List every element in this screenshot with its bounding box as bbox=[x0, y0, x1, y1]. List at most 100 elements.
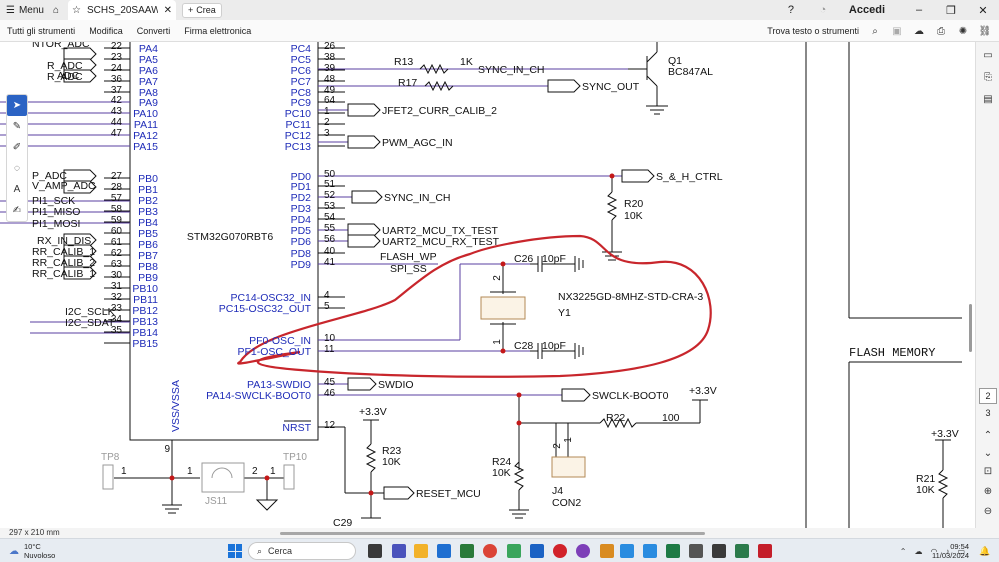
taskbar-search[interactable]: ⌕ Cerca bbox=[248, 542, 356, 560]
net-label: S_&_H_CTRL bbox=[656, 171, 723, 183]
right-sidebar: ▭ ⎘ ▤ 2 3 ⌃ ⌄ ⊡ ⊕ ⊖ bbox=[975, 42, 999, 528]
create-button[interactable]: + Crea bbox=[182, 2, 222, 18]
zoom-out-icon[interactable]: ⊖ bbox=[981, 504, 995, 518]
mcu-pin-number: 48 bbox=[324, 74, 336, 85]
app-icon[interactable] bbox=[735, 544, 749, 558]
find-tools-label[interactable]: Trova testo o strumenti bbox=[767, 26, 859, 36]
pen-icon[interactable]: ✐ bbox=[7, 137, 27, 158]
tab-document[interactable]: ☆ SCHS_20SAAWM01... ✕ bbox=[68, 0, 176, 20]
clock[interactable]: 09:54 11/03/2024 bbox=[925, 542, 969, 560]
vertical-scrollbar[interactable] bbox=[969, 304, 972, 352]
r22-value: 100 bbox=[662, 412, 680, 424]
chrome-icon[interactable] bbox=[483, 544, 497, 558]
print-icon[interactable]: ⎙ bbox=[935, 25, 947, 37]
mcu-pin-number: 28 bbox=[111, 182, 123, 193]
app-icon[interactable] bbox=[689, 544, 703, 558]
annotation-toolbar: ➤ ✎ ✐ ◌ A ✍ bbox=[6, 94, 28, 222]
task-view-icon[interactable] bbox=[368, 544, 382, 558]
document-page[interactable]: PA4 22 PA5 23 PA6 24 PA7 36 PA8 37 PA9 42 PA10 43 PA11… bbox=[0, 42, 975, 528]
menu-label: Menu bbox=[18, 4, 44, 16]
mcu-pin-number: 63 bbox=[111, 259, 123, 270]
current-page-field[interactable]: 2 bbox=[979, 388, 997, 404]
mcu-pin-number: 51 bbox=[324, 179, 336, 190]
mcu-pin-number: 61 bbox=[111, 237, 123, 248]
lasso-icon[interactable]: ◌ bbox=[7, 158, 27, 179]
scroll-down-icon[interactable]: ⌄ bbox=[981, 446, 995, 460]
outlook-icon[interactable] bbox=[530, 544, 544, 558]
opera-icon[interactable] bbox=[553, 544, 567, 558]
tool-all-tools[interactable]: Tutti gli strumenti bbox=[0, 26, 82, 36]
help-icon[interactable]: ? bbox=[775, 0, 807, 20]
login-button[interactable]: Accedi bbox=[839, 0, 903, 20]
link-icon[interactable]: ⛓ bbox=[979, 25, 992, 37]
r20-ref: R20 bbox=[624, 198, 643, 210]
comment-icon[interactable]: ▭ bbox=[981, 48, 995, 62]
plus-icon: + bbox=[188, 5, 194, 15]
tp-pin-number: 2 bbox=[252, 466, 258, 477]
tp-pin-number: 1 bbox=[187, 466, 193, 477]
zoom-in-icon[interactable]: ⊕ bbox=[981, 484, 995, 498]
text-select-icon[interactable]: A bbox=[7, 179, 27, 200]
flash-memory-title: FLASH MEMORY bbox=[849, 346, 935, 360]
start-button[interactable] bbox=[228, 544, 242, 558]
bell-icon[interactable]: ◔ bbox=[807, 0, 839, 20]
app-icon[interactable] bbox=[712, 544, 726, 558]
cursor-icon[interactable]: ➤ bbox=[7, 95, 27, 116]
j4-part: CON2 bbox=[552, 497, 581, 509]
search-icon[interactable]: ⌕ bbox=[869, 25, 881, 37]
mcu-pin-number: 52 bbox=[324, 190, 336, 201]
net-label: SYNC_OUT bbox=[582, 81, 640, 93]
ide-icon[interactable] bbox=[643, 544, 657, 558]
teams-icon[interactable] bbox=[392, 544, 406, 558]
net-label: RR_CALIB_1 bbox=[32, 268, 95, 280]
close-icon[interactable]: ✕ bbox=[164, 5, 172, 16]
export-icon[interactable]: ⎘ bbox=[981, 70, 995, 84]
sign-icon[interactable]: ✍ bbox=[7, 200, 27, 221]
app-icon[interactable] bbox=[600, 544, 614, 558]
maximize-icon[interactable]: ❐ bbox=[935, 0, 967, 20]
acrobat-icon[interactable] bbox=[758, 544, 772, 558]
mcu-pin-number: 64 bbox=[324, 95, 336, 106]
cloud-icon[interactable]: ☁ bbox=[914, 547, 922, 556]
mcu-pin-number: 27 bbox=[111, 171, 123, 182]
browser-icon[interactable] bbox=[576, 544, 590, 558]
tool-edit[interactable]: Modifica bbox=[82, 26, 130, 36]
star-icon[interactable]: ☆ bbox=[72, 5, 81, 16]
organize-icon[interactable]: ▤ bbox=[981, 92, 995, 106]
net-label: RESET_MCU bbox=[416, 488, 481, 500]
horizontal-scrollbar[interactable] bbox=[280, 532, 705, 535]
window-close-icon[interactable]: ✕ bbox=[967, 0, 999, 20]
menu-button[interactable]: ☰ Menu bbox=[0, 0, 44, 20]
tool-convert[interactable]: Converti bbox=[130, 26, 178, 36]
crystal-ref: Y1 bbox=[558, 307, 571, 319]
c29-ref: C29 bbox=[333, 517, 352, 528]
tool-esign[interactable]: Firma elettronica bbox=[177, 26, 258, 36]
home-button[interactable]: ⌂ bbox=[44, 0, 68, 20]
excel-icon[interactable] bbox=[666, 544, 680, 558]
notification-icon[interactable]: 🔔 bbox=[979, 545, 991, 557]
store-icon[interactable] bbox=[460, 544, 474, 558]
mcu-pin-number: 9 bbox=[164, 444, 170, 455]
mcu-pin-number: 11 bbox=[324, 344, 335, 355]
scroll-up-icon[interactable]: ⌃ bbox=[981, 428, 995, 442]
weather-widget[interactable]: ☁ 10°C Nuvoloso bbox=[8, 541, 55, 561]
fit-page-icon[interactable]: ⊡ bbox=[981, 464, 995, 478]
net-label: PI1_MOSI bbox=[32, 218, 80, 230]
mcu-pin-number: 60 bbox=[111, 226, 123, 237]
ide-icon[interactable] bbox=[620, 544, 634, 558]
minimize-icon[interactable]: – bbox=[903, 0, 935, 20]
upload-icon[interactable]: ☁ bbox=[913, 25, 925, 37]
net-label: ADC bbox=[57, 70, 80, 82]
save-icon[interactable]: ▣ bbox=[891, 25, 903, 37]
ai-assistant-icon[interactable]: ✺ bbox=[957, 25, 969, 37]
chevron-up-icon[interactable]: ⌃ bbox=[900, 547, 907, 556]
tab-title: SCHS_20SAAWM01... bbox=[86, 4, 158, 16]
crystal-pin-number: 2 bbox=[492, 275, 503, 281]
mcu-pin-number: 53 bbox=[324, 201, 336, 212]
folder-icon[interactable] bbox=[414, 544, 428, 558]
app-icon[interactable] bbox=[507, 544, 521, 558]
net-label: FLASH_WP bbox=[380, 251, 437, 263]
mail-icon[interactable] bbox=[437, 544, 451, 558]
comment-icon[interactable]: ✎ bbox=[7, 116, 27, 137]
c26-ref: C26 bbox=[514, 253, 533, 265]
